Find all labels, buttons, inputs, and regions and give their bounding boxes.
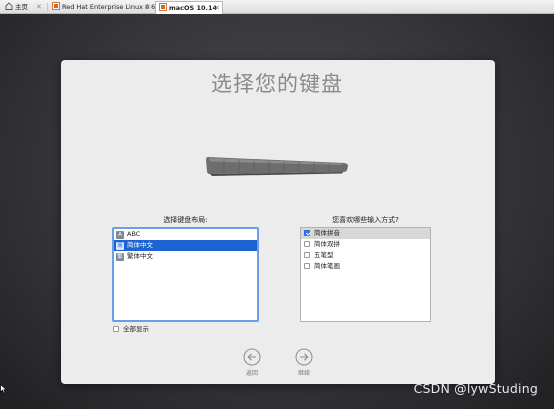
- input-method-list[interactable]: 简体拼音 简体双拼 五笔型 简体笔画: [300, 227, 431, 322]
- close-icon[interactable]: ✕: [36, 1, 42, 13]
- input-section-label: 您喜欢哪些输入方式?: [332, 216, 399, 224]
- list-item[interactable]: 五笔型: [301, 250, 430, 261]
- tab-macos[interactable]: macOS 10.14 ✕: [155, 1, 223, 14]
- list-item-label: ABC: [127, 230, 141, 238]
- tab-label: macOS 10.14: [169, 4, 218, 12]
- tab-label: 主页: [15, 3, 28, 11]
- list-item[interactable]: 简体笔画: [301, 261, 430, 272]
- tab-rhel[interactable]: Red Hat Enterprise Linux 8 64... ✕: [49, 1, 166, 14]
- checkbox[interactable]: [304, 263, 310, 269]
- keyboard-layout-list[interactable]: A ABC 简 简体中文 繁 繁体中文: [112, 227, 259, 322]
- show-all-toggle[interactable]: 全部显示: [113, 325, 149, 334]
- list-item-label: 简体双拼: [314, 240, 340, 248]
- layout-traditional-icon: 繁: [116, 252, 124, 261]
- list-item-label: 简体拼音: [314, 229, 340, 237]
- list-item-label: 五笔型: [314, 251, 334, 259]
- page-title: 选择您的键盘: [211, 72, 343, 96]
- list-item[interactable]: 简体拼音: [301, 228, 430, 239]
- list-item[interactable]: 简 简体中文: [114, 240, 257, 251]
- watermark: CSDN @lywStuding: [413, 381, 538, 396]
- checkbox[interactable]: [304, 241, 310, 247]
- layout-section-label: 选择键盘布局:: [163, 216, 208, 224]
- list-item-label: 繁体中文: [127, 252, 153, 260]
- list-item[interactable]: A ABC: [114, 229, 257, 240]
- show-all-checkbox[interactable]: [113, 326, 119, 332]
- list-item[interactable]: 简体双拼: [301, 239, 430, 250]
- continue-button[interactable]: 继续: [294, 348, 314, 377]
- list-item-label: 简体笔画: [314, 262, 340, 270]
- layout-simplified-icon: 简: [116, 241, 124, 250]
- vm-tab-bar: 主页 ✕ Red Hat Enterprise Linux 8 64... ✕ …: [0, 0, 554, 14]
- close-icon[interactable]: ✕: [145, 1, 151, 13]
- vm-icon: [52, 2, 60, 10]
- continue-label: 继续: [297, 370, 310, 377]
- list-item-label: 简体中文: [127, 241, 153, 249]
- tab-home[interactable]: 主页 ✕: [2, 1, 46, 14]
- back-arrow-icon: [242, 348, 262, 366]
- forward-arrow-icon: [294, 348, 314, 366]
- list-item[interactable]: 繁 繁体中文: [114, 251, 257, 262]
- mouse-cursor-icon: [0, 379, 8, 398]
- checkbox[interactable]: [304, 252, 310, 258]
- home-icon: [5, 2, 13, 10]
- back-button[interactable]: 返回: [242, 348, 262, 377]
- vm-icon: [159, 3, 167, 11]
- keyboard-illustration: [204, 154, 350, 182]
- back-label: 返回: [245, 370, 258, 377]
- close-icon[interactable]: ✕: [214, 2, 220, 14]
- layout-abc-icon: A: [116, 230, 124, 239]
- checkbox[interactable]: [304, 230, 310, 236]
